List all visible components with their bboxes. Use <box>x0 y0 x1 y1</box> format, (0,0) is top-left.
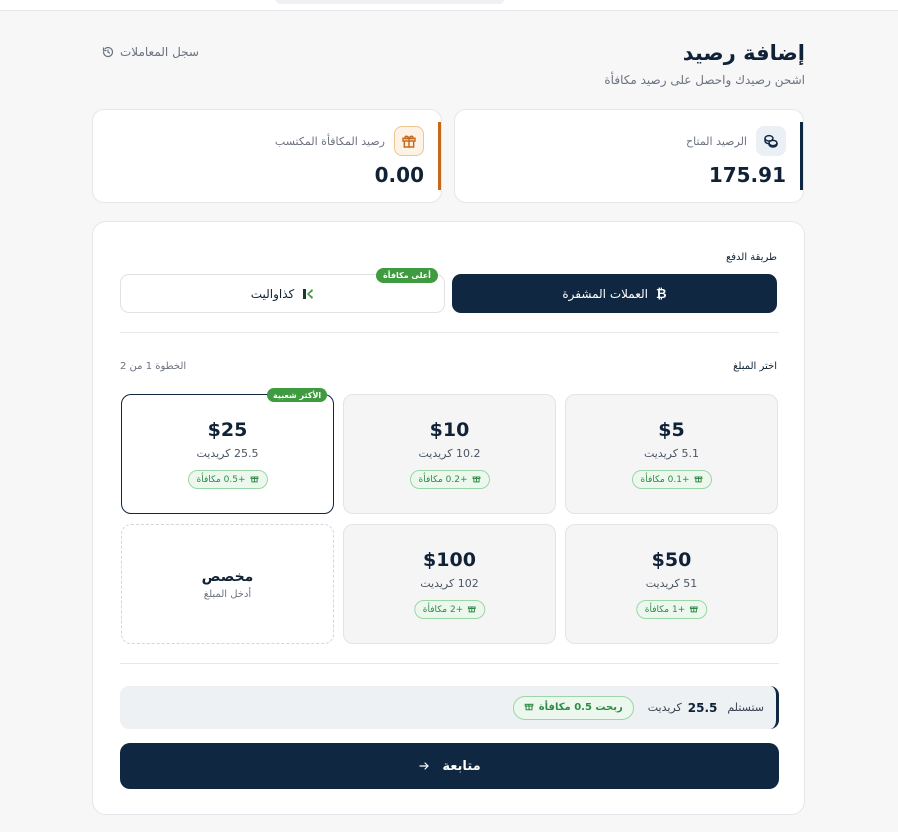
top-search-pill[interactable] <box>275 0 505 4</box>
amount-option-25[interactable]: الأكثر شعبية $25 25.5 كريديت +0.5 مكافأة <box>121 388 334 514</box>
card-accent-bar <box>800 122 803 190</box>
continue-button[interactable]: متابعة <box>120 743 779 789</box>
page-subtitle: اشحن رصيدك واحصل على رصيد مكافأة <box>604 73 805 87</box>
amount-option-custom[interactable]: مخصص أدخل المبلغ <box>121 524 334 644</box>
amount-option-50[interactable]: $50 51 كريديت +1 مكافأة <box>565 524 778 644</box>
custom-amount-subtitle: أدخل المبلغ <box>203 589 252 600</box>
amount-price: $100 <box>423 549 476 571</box>
gift-icon <box>467 604 476 616</box>
most-popular-badge: الأكثر شعبية <box>267 388 328 402</box>
payment-method-crypto[interactable]: ₿ العملات المشفرة <box>452 274 777 313</box>
arrow-right-icon <box>419 762 429 770</box>
bonus-pill: +0.1 مكافأة <box>631 470 712 489</box>
amount-credits: 10.2 كريديت <box>418 447 481 460</box>
summary-bar: ستستلم 25.5 كريديت ربحت 0.5 مكافأة <box>120 686 779 729</box>
amount-credits: 51 كريديت <box>645 577 698 590</box>
available-balance-label: الرصيد المتاح <box>686 135 747 148</box>
available-balance-card: الرصيد المتاح 175.91 <box>454 109 804 203</box>
gift-icon <box>694 474 703 486</box>
bonus-balance-label: رصيد المكافأة المكتسب <box>274 135 385 148</box>
bonus-pill: +2 مكافأة <box>413 600 486 619</box>
bonus-pill: +1 مكافأة <box>635 600 708 619</box>
gift-icon <box>394 126 424 156</box>
kazawallet-logo-icon <box>303 288 314 299</box>
bonus-pill: +0.2 مكافأة <box>409 470 490 489</box>
bonus-text: +0.2 مكافأة <box>418 474 468 485</box>
amount-price: $10 <box>429 419 470 441</box>
amount-credits: 25.5 كريديت <box>196 447 259 460</box>
amount-option-5[interactable]: $5 5.1 كريديت +0.1 مكافأة <box>565 394 778 514</box>
bonus-balance-card: رصيد المكافأة المكتسب 0.00 <box>92 109 442 203</box>
top-bar <box>0 0 898 11</box>
bonus-pill: +0.5 مكافأة <box>187 470 268 489</box>
transaction-history-link[interactable]: سجل المعاملات <box>102 44 199 60</box>
amount-price: $5 <box>658 419 685 441</box>
history-icon <box>102 46 114 58</box>
page-title: إضافة رصيد <box>682 41 805 65</box>
continue-label: متابعة <box>442 758 481 774</box>
payment-method-label-kazawallet: كذاواليت <box>250 286 295 301</box>
gift-icon <box>472 474 481 486</box>
available-balance-value: 175.91 <box>708 163 786 187</box>
topup-card: طريقة الدفع ₿ العملات المشفرة كذاواليت أ… <box>92 221 805 815</box>
payment-method-label: طريقة الدفع <box>725 252 777 263</box>
bonus-text: +0.5 مكافأة <box>196 474 246 485</box>
bonus-text: +2 مكافأة <box>422 604 464 615</box>
bitcoin-icon: ₿ <box>656 286 667 302</box>
history-label: سجل المعاملات <box>120 45 199 59</box>
custom-amount-title: مخصص <box>201 569 254 585</box>
summary-earned-pill: ربحت 0.5 مكافأة <box>512 695 634 720</box>
card-accent-bar <box>438 122 441 190</box>
amount-option-100[interactable]: $100 102 كريديت +2 مكافأة <box>343 524 556 644</box>
gift-icon <box>689 604 698 616</box>
gift-icon <box>250 474 259 486</box>
amount-price: $25 <box>207 419 248 441</box>
amount-credits: 5.1 كريديت <box>643 447 699 460</box>
summary-amount: 25.5 <box>687 700 718 715</box>
gift-icon <box>524 701 534 714</box>
amount-option-10[interactable]: $10 10.2 كريديت +0.2 مكافأة <box>343 394 556 514</box>
coins-icon <box>756 126 786 156</box>
bonus-balance-value: 0.00 <box>374 163 424 187</box>
summary-receive-label: ستستلم <box>727 701 764 714</box>
amount-credits: 102 كريديت <box>420 577 479 590</box>
divider <box>120 663 779 664</box>
highest-bonus-badge: أعلى مكافأة <box>376 268 438 283</box>
bonus-text: +0.1 مكافأة <box>640 474 690 485</box>
summary-unit: كريديت <box>647 701 682 714</box>
choose-amount-label: اختر المبلغ <box>733 361 777 372</box>
bonus-text: +1 مكافأة <box>644 604 686 615</box>
amount-price: $50 <box>651 549 692 571</box>
divider <box>120 332 779 333</box>
payment-method-label-crypto: العملات المشفرة <box>562 286 648 301</box>
step-indicator: الخطوة 1 من 2 <box>120 361 187 372</box>
summary-earned-text: ربحت 0.5 مكافأة <box>538 702 623 713</box>
